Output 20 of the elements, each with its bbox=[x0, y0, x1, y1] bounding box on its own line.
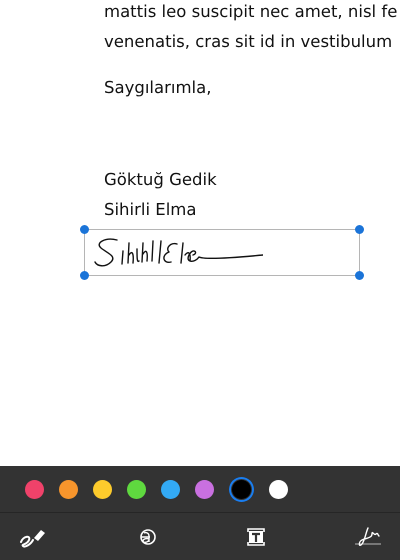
text-box-icon[interactable] bbox=[246, 528, 265, 546]
resize-handle[interactable] bbox=[80, 271, 89, 280]
text-style-icon[interactable] bbox=[137, 526, 158, 546]
color-swatch[interactable] bbox=[269, 480, 288, 498]
color-swatch[interactable] bbox=[229, 476, 254, 502]
resize-handle[interactable] bbox=[355, 225, 364, 234]
color-swatch[interactable] bbox=[93, 480, 112, 498]
color-swatch[interactable] bbox=[195, 480, 214, 498]
signature-icon[interactable] bbox=[354, 526, 382, 548]
body-text: Göktuğ Gedik bbox=[104, 169, 218, 191]
body-text: venenatis, cras sit id in vestibulum bbox=[104, 31, 394, 53]
color-swatch[interactable] bbox=[161, 480, 180, 498]
color-swatch[interactable] bbox=[59, 480, 78, 498]
color-swatch[interactable] bbox=[127, 480, 146, 498]
resize-handle[interactable] bbox=[355, 271, 364, 280]
color-swatch[interactable] bbox=[25, 480, 44, 498]
body-text: Sihirli Elma bbox=[104, 199, 198, 221]
body-text: mattis leo suscipit nec amet, nisl fe bbox=[104, 1, 398, 23]
resize-handle[interactable] bbox=[80, 225, 89, 234]
body-text: Saygılarımla, bbox=[104, 77, 212, 99]
